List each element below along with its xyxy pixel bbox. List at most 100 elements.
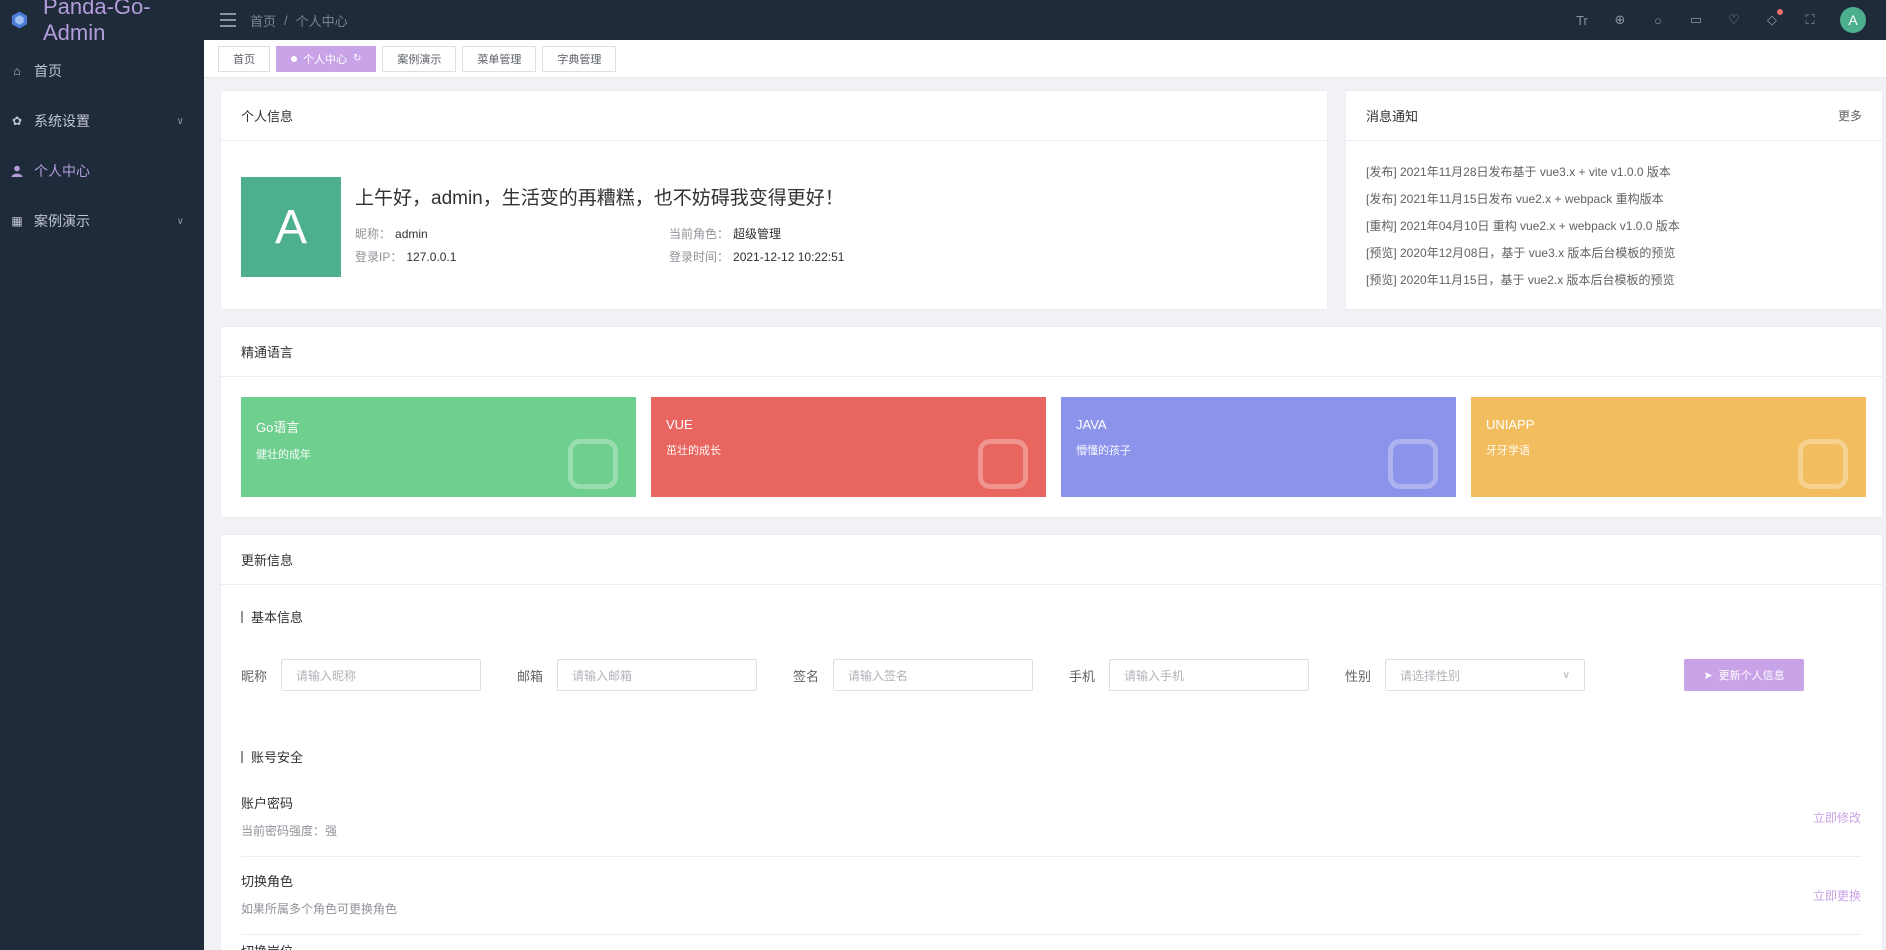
phone-input[interactable]: 请输入手机 [1109, 659, 1309, 691]
chevron-down-icon: ∨ [176, 215, 184, 227]
monitor-icon[interactable]: ▭ [1688, 12, 1704, 28]
language-icon[interactable]: ⊕ [1612, 12, 1628, 28]
breadcrumb-home[interactable]: 首页 [250, 11, 276, 30]
login-time-value: 2021-12-12 10:22:51 [733, 250, 845, 264]
signature-label: 签名 [793, 668, 820, 684]
search-icon[interactable]: ○ [1650, 12, 1666, 28]
ip-label: 登录IP： [355, 250, 403, 264]
greeting-text: 上午好，admin，生活变的再糟糕，也不妨碍我变得更好！ [355, 188, 844, 209]
tab-label: 个人中心 [303, 53, 347, 66]
chevron-down-icon: ∨ [1562, 669, 1570, 681]
sidebar-item-examples[interactable]: ▦ 案例演示 ∨ [0, 196, 204, 246]
tab-label: 字典管理 [557, 53, 602, 66]
tab-label: 首页 [233, 53, 255, 66]
basic-info-title: 基本信息 [241, 607, 303, 626]
language-card-vue[interactable]: VUE 茁壮的成长 [651, 397, 1046, 497]
chevron-down-icon: ∨ [176, 115, 184, 127]
card-header: 精通语言 [221, 327, 1882, 377]
basic-info-label: 基本信息 [251, 610, 304, 625]
nickname-value: admin [395, 227, 428, 241]
language-card-uniapp[interactable]: UNIAPP 牙牙学语 [1471, 397, 1866, 497]
notice-card-title: 消息通知 [1366, 109, 1419, 124]
tab-home[interactable]: 首页 [218, 45, 270, 72]
logo-icon [11, 11, 28, 29]
clock-icon [1798, 439, 1848, 489]
language-card-go[interactable]: Go语言 健壮的成年 [241, 397, 636, 497]
tags-view: 首页 个人中心 ↻ 案例演示 菜单管理 字典管理 [204, 40, 1886, 78]
sidebar-item-system-settings[interactable]: ✿ 系统设置 ∨ [0, 96, 204, 146]
top-bar: Panda-Go-Admin 首页 / 个人中心 Tr ⊕ ○ ▭ ♡ ◇ ⛶ … [0, 0, 1886, 45]
refresh-icon[interactable]: ↻ [353, 53, 361, 64]
phone-label: 手机 [1069, 668, 1096, 684]
tab-menu-management[interactable]: 菜单管理 [462, 45, 537, 72]
font-size-icon[interactable]: Tr [1574, 12, 1590, 28]
login-time-label: 登录时间： [669, 250, 730, 264]
gender-placeholder: 请选择性别 [1400, 668, 1461, 683]
account-security-label: 账号安全 [251, 750, 304, 765]
tab-personal-center[interactable]: 个人中心 ↻ [276, 45, 377, 72]
language-subtitle: 茁壮的成长 [666, 445, 721, 457]
security-item-post: 切换岗位 [241, 941, 1861, 950]
bowl-icon [568, 439, 618, 489]
tab-examples[interactable]: 案例演示 [382, 45, 457, 72]
signature-placeholder: 请输入签名 [848, 668, 909, 683]
basic-info-form: 昵称 请输入昵称 邮箱 请输入邮箱 签名 请输入签名 手机 请输入手机 性别 请… [241, 659, 1861, 691]
profile-avatar[interactable]: A [241, 177, 341, 277]
language-card-java[interactable]: JAVA 懵懂的孩子 [1061, 397, 1456, 497]
account-security-title: 账号安全 [241, 747, 303, 766]
switch-role-link[interactable]: 立即更换 [1813, 887, 1861, 904]
gear-icon: ✿ [11, 114, 23, 128]
more-link[interactable]: 更多 [1838, 107, 1862, 124]
update-card-title: 更新信息 [241, 553, 294, 568]
notice-item[interactable]: [发布] 2021年11月28日发布基于 vue3.x + vite v1.0.… [1366, 159, 1862, 186]
fullscreen-icon[interactable]: ⛶ [1802, 12, 1818, 28]
breadcrumb-separator: / [284, 12, 288, 28]
ip-info: 登录IP： 127.0.0.1 [355, 248, 456, 265]
update-profile-button[interactable]: ➤ 更新个人信息 [1684, 659, 1804, 691]
notice-item[interactable]: [预览] 2020年11月15日，基于 vue2.x 版本后台模板的预览 [1366, 267, 1862, 294]
profile-card-title: 个人信息 [241, 109, 294, 124]
sidebar-item-label: 个人中心 [34, 163, 90, 179]
home-icon: ⌂ [13, 64, 21, 78]
nickname-label: 昵称： [355, 227, 392, 241]
notice-card: 消息通知 更多 [发布] 2021年11月28日发布基于 vue3.x + vi… [1345, 90, 1883, 310]
bell-icon[interactable]: ◇ [1764, 9, 1783, 28]
menu-toggle-icon[interactable] [220, 13, 236, 27]
language-list: Go语言 健壮的成年 VUE 茁壮的成长 JAVA 懵懂的孩子 UNIAPP 牙… [241, 397, 1866, 497]
brand[interactable]: Panda-Go-Admin [0, 0, 204, 45]
email-input[interactable]: 请输入邮箱 [557, 659, 757, 691]
tab-label: 菜单管理 [477, 53, 522, 66]
tab-dictionary-management[interactable]: 字典管理 [542, 45, 617, 72]
nickname-input[interactable]: 请输入昵称 [281, 659, 481, 691]
language-subtitle: 健壮的成年 [256, 449, 311, 461]
theme-icon[interactable]: ♡ [1726, 12, 1742, 28]
security-item-password: 账户密码 当前密码强度：强 立即修改 [241, 793, 1861, 857]
card-header: 更新信息 [221, 535, 1882, 585]
ip-value: 127.0.0.1 [406, 250, 457, 264]
briefcase-icon [978, 439, 1028, 489]
user-avatar[interactable]: A [1840, 7, 1866, 33]
sidebar-item-label: 案例演示 [34, 213, 90, 229]
change-password-link[interactable]: 立即修改 [1813, 809, 1861, 826]
email-label: 邮箱 [517, 668, 544, 684]
signature-input[interactable]: 请输入签名 [833, 659, 1033, 691]
security-item-desc: 如果所属多个角色可更换角色 [241, 902, 398, 916]
notice-item[interactable]: [发布] 2021年11月15日发布 vue2.x + webpack 重构版本 [1366, 186, 1862, 213]
signature-field-group: 签名 请输入签名 [793, 659, 1033, 691]
language-subtitle: 懵懂的孩子 [1076, 445, 1131, 457]
header-actions: Tr ⊕ ○ ▭ ♡ ◇ ⛶ A [1574, 7, 1886, 33]
notice-item[interactable]: [重构] 2021年04月10日 重构 vue2.x + webpack v1.… [1366, 213, 1862, 240]
sidebar: ⌂ 首页 ✿ 系统设置 ∨ 个人中心 ▦ 案例演示 ∨ [0, 40, 204, 950]
nickname-placeholder: 请输入昵称 [296, 668, 357, 683]
send-icon: ➤ [1703, 669, 1713, 682]
document-icon [1388, 439, 1438, 489]
gender-select[interactable]: 请选择性别 ∨ [1385, 659, 1585, 691]
security-item-title: 切换角色 [241, 874, 294, 889]
sidebar-item-home[interactable]: ⌂ 首页 [0, 46, 204, 96]
security-item-desc: 当前密码强度：强 [241, 824, 338, 838]
sidebar-item-personal-center[interactable]: 个人中心 [0, 146, 204, 196]
phone-field-group: 手机 请输入手机 [1069, 659, 1309, 691]
language-title: JAVA [1076, 417, 1107, 432]
login-time-info: 登录时间： 2021-12-12 10:22:51 [669, 248, 844, 265]
notice-item[interactable]: [预览] 2020年12月08日，基于 vue3.x 版本后台模板的预览 [1366, 240, 1862, 267]
